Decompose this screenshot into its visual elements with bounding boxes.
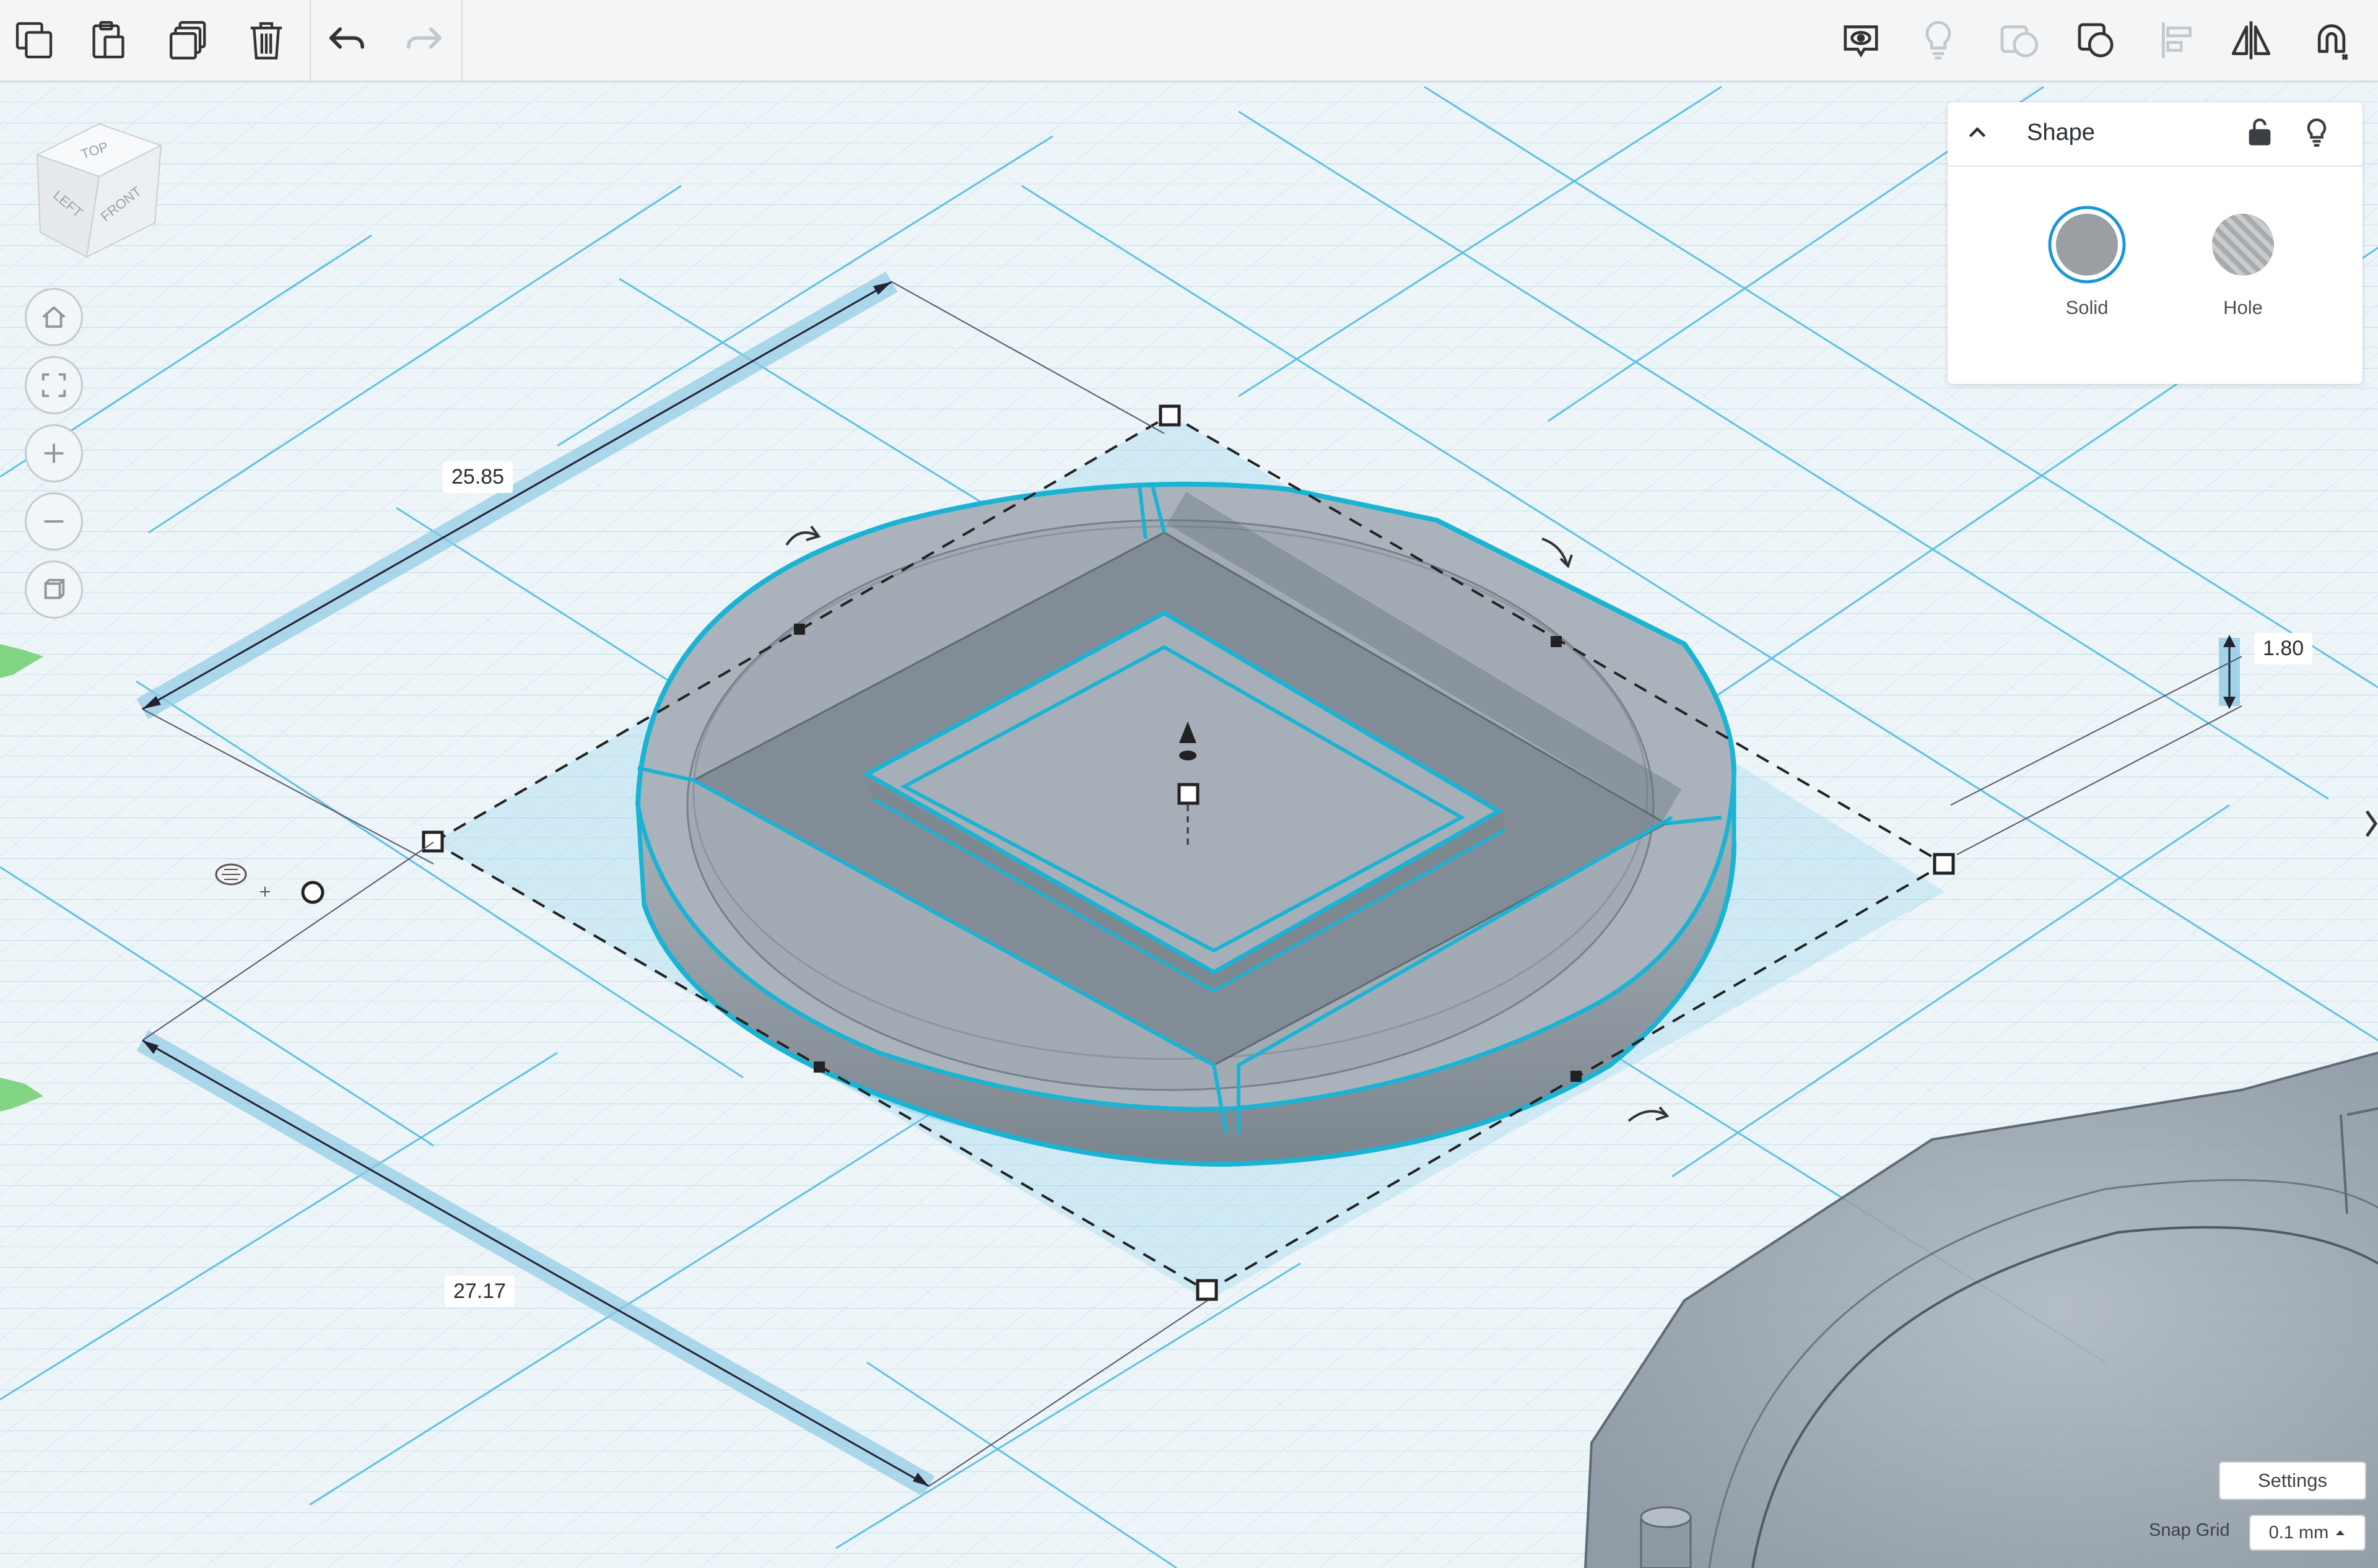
delete-icon[interactable]	[235, 12, 297, 68]
hole-option[interactable]: Hole	[2193, 204, 2293, 319]
fit-view-button[interactable]	[25, 356, 83, 414]
inspector-title: Shape	[2027, 120, 2095, 146]
ortho-view-icon	[44, 578, 65, 599]
zoom-in-icon	[44, 443, 64, 463]
undo-icon[interactable]	[316, 12, 378, 68]
zoom-in-button[interactable]	[25, 424, 83, 482]
snap-grid-select[interactable]: 0.1 mm	[2249, 1515, 2366, 1551]
lock-icon[interactable]	[2244, 116, 2276, 148]
fit-view-icon	[41, 373, 66, 398]
length-dimension-label[interactable]: 25.85	[443, 461, 513, 493]
ungroup-icon[interactable]	[2065, 12, 2127, 68]
solid-swatch[interactable]	[2047, 204, 2127, 285]
selected-shape[interactable]	[635, 481, 1736, 1167]
solid-option[interactable]: Solid	[2037, 204, 2136, 319]
snap-grid-label: Snap Grid	[2149, 1520, 2230, 1540]
view-cube[interactable]: TOP LEFT FRONT	[25, 118, 173, 266]
solid-label: Solid	[2065, 297, 2109, 318]
show-all-icon[interactable]	[1830, 12, 1892, 68]
zoom-out-icon	[44, 520, 64, 523]
toolbar	[0, 0, 2378, 82]
height-dimension-label[interactable]: 1.80	[2254, 633, 2313, 664]
settings-button[interactable]: Settings	[2219, 1461, 2366, 1500]
snap-grid-value: 0.1 mm	[2268, 1522, 2329, 1543]
align-icon[interactable]	[2146, 12, 2208, 68]
group-icon[interactable]	[1988, 12, 2050, 68]
redo-icon[interactable]	[393, 12, 455, 68]
inspector-header: Shape	[1948, 102, 2363, 167]
lightbulb-icon[interactable]	[1907, 12, 1969, 68]
panel-collapse-icon[interactable]	[2364, 799, 2378, 848]
mirror-icon[interactable]	[2220, 12, 2282, 68]
hole-label: Hole	[2223, 297, 2263, 318]
magnet-icon[interactable]	[2301, 12, 2363, 68]
toolbar-separator	[310, 0, 311, 81]
shape-inspector-panel: Shape Solid Hole	[1948, 102, 2363, 384]
toolbar-separator	[461, 0, 463, 81]
home-icon	[42, 306, 66, 328]
hole-swatch[interactable]	[2203, 204, 2283, 285]
copy-icon[interactable]	[3, 12, 65, 68]
zoom-out-button[interactable]	[25, 492, 83, 551]
lightbulb-icon[interactable]	[2301, 116, 2333, 148]
paste-icon[interactable]	[77, 12, 139, 68]
duplicate-icon[interactable]	[158, 12, 220, 68]
caret-up-icon	[2336, 1530, 2345, 1535]
chevron-up-icon[interactable]	[1965, 121, 1990, 146]
width-dimension-label[interactable]: 27.17	[445, 1276, 515, 1307]
home-view-button[interactable]	[25, 288, 83, 346]
ortho-view-button[interactable]	[25, 560, 83, 619]
